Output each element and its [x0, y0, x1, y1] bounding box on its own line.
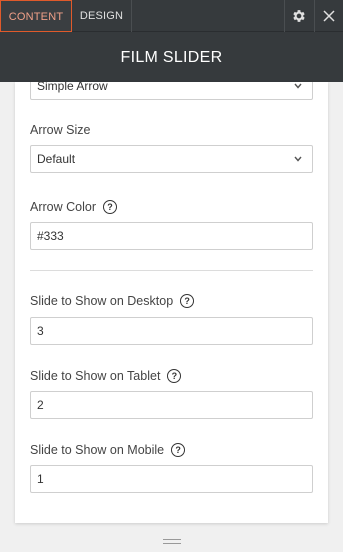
slides-mobile-input[interactable]: 1: [30, 465, 313, 493]
tab-design[interactable]: DESIGN: [72, 0, 132, 32]
settings-button[interactable]: [284, 0, 312, 32]
slides-tablet-input[interactable]: 2: [30, 391, 313, 419]
arrow-color-label: Arrow Color ?: [30, 200, 117, 214]
slides-desktop-input[interactable]: 3: [30, 317, 313, 345]
arrow-color-input[interactable]: #333: [30, 222, 313, 250]
arrow-size-label: Arrow Size: [30, 123, 90, 137]
arrow-size-select[interactable]: Default: [30, 145, 313, 173]
slides-tablet-value: 2: [37, 398, 44, 412]
help-icon[interactable]: ?: [171, 443, 186, 457]
chevron-down-icon: [294, 156, 302, 162]
divider: [30, 270, 313, 271]
help-icon[interactable]: ?: [167, 369, 182, 383]
slides-desktop-label-text: Slide to Show on Desktop: [30, 294, 174, 308]
arrow-color-value: #333: [37, 229, 64, 243]
page-title: FILM SLIDER: [120, 49, 223, 66]
slides-mobile-label: Slide to Show on Mobile ?: [30, 443, 186, 457]
gear-icon: [292, 10, 305, 22]
resize-handle[interactable]: [163, 539, 181, 540]
slides-tablet-label: Slide to Show on Tablet ?: [30, 369, 182, 383]
tab-content[interactable]: CONTENT: [0, 0, 72, 32]
top-toolbar: CONTENT DESIGN: [0, 0, 343, 32]
chevron-down-icon: [294, 83, 302, 89]
settings-panel: Simple Arrow Arrow Size Default Arrow Co…: [15, 82, 328, 523]
resize-handle[interactable]: [163, 543, 181, 544]
slides-desktop-value: 3: [37, 324, 44, 338]
arrow-size-value: Default: [37, 152, 76, 166]
arrow-style-select[interactable]: Simple Arrow: [30, 82, 313, 100]
arrow-color-label-text: Arrow Color: [30, 200, 96, 214]
slides-mobile-label-text: Slide to Show on Mobile: [30, 443, 165, 457]
close-icon: [322, 10, 335, 22]
arrow-style-value: Simple Arrow: [37, 82, 108, 93]
close-button[interactable]: [314, 0, 342, 32]
help-icon[interactable]: ?: [103, 200, 117, 214]
slides-mobile-value: 1: [37, 472, 44, 486]
panel-header: FILM SLIDER: [0, 32, 343, 82]
arrow-size-label-text: Arrow Size: [30, 123, 91, 137]
slides-tablet-label-text: Slide to Show on Tablet: [30, 369, 161, 383]
slides-desktop-label: Slide to Show on Desktop ?: [30, 294, 195, 308]
help-icon[interactable]: ?: [180, 294, 195, 308]
